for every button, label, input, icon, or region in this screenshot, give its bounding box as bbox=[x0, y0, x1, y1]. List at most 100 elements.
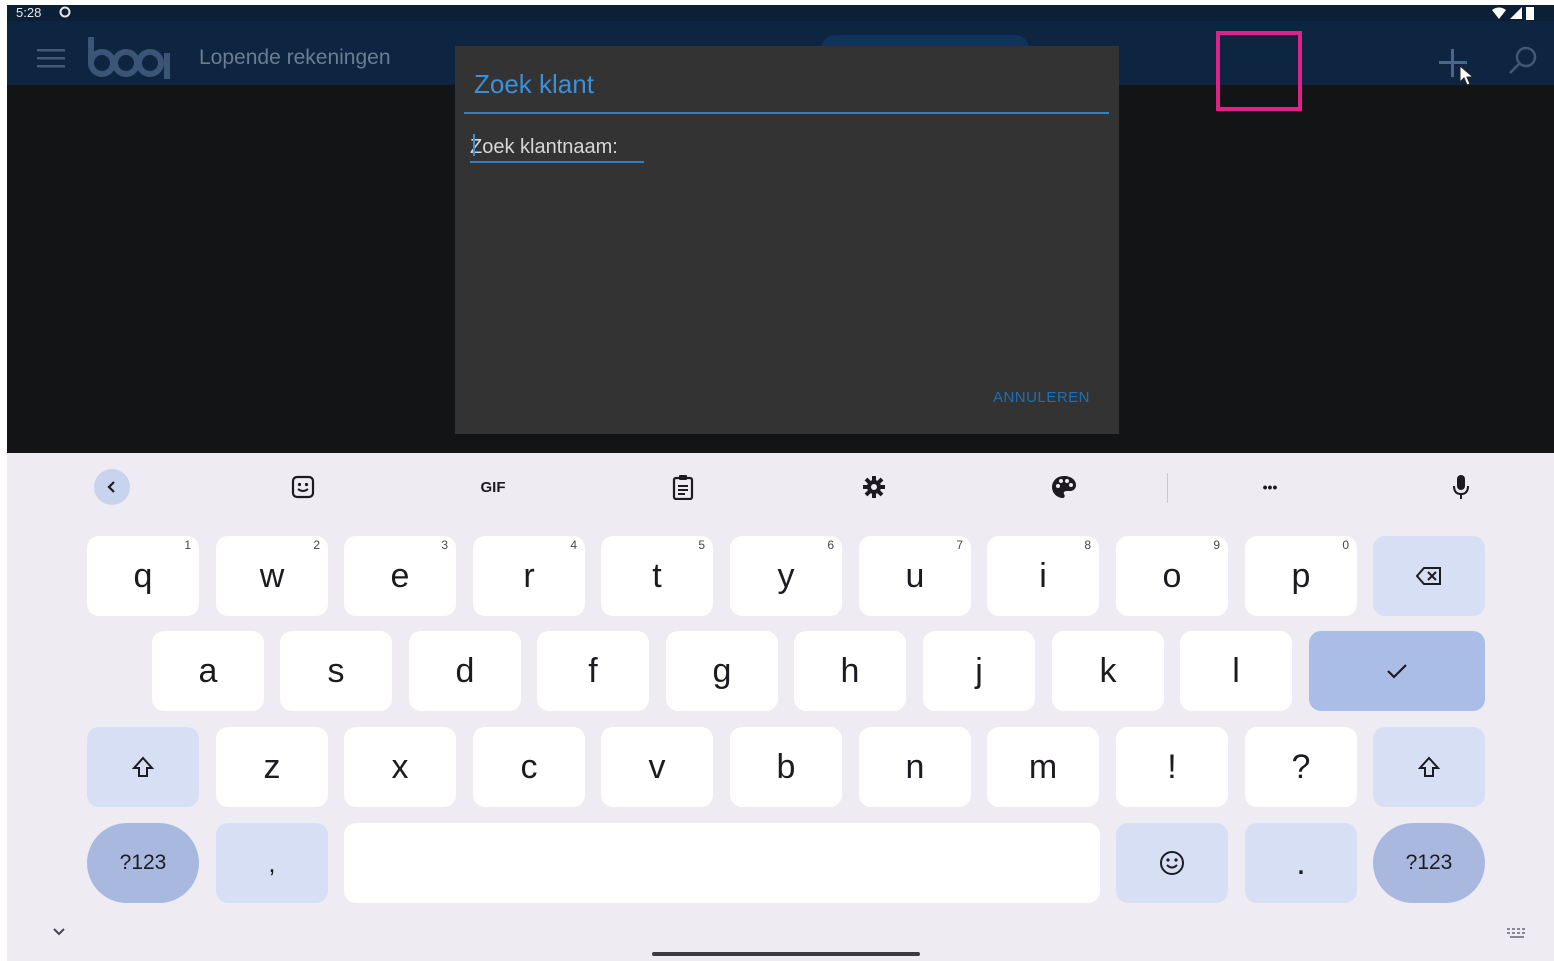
toolbar-divider bbox=[1167, 473, 1168, 503]
key-hint: 7 bbox=[956, 538, 963, 552]
dialog-title-divider bbox=[464, 112, 1109, 114]
gear-icon bbox=[863, 476, 885, 498]
key-o[interactable]: o9 bbox=[1116, 536, 1228, 616]
key-h[interactable]: h bbox=[794, 631, 906, 711]
key-u[interactable]: u7 bbox=[859, 536, 971, 616]
key-hint: 3 bbox=[441, 538, 448, 552]
checkmark-icon bbox=[1387, 664, 1407, 679]
emoji-key[interactable] bbox=[1116, 823, 1228, 903]
notification-icon bbox=[59, 6, 71, 18]
comma-key[interactable]: , bbox=[216, 823, 328, 903]
text-cursor bbox=[473, 134, 475, 156]
voice-input-button[interactable] bbox=[1441, 471, 1481, 503]
key-hint: 1 bbox=[184, 538, 191, 552]
key-hint: 5 bbox=[698, 538, 705, 552]
customer-name-input[interactable]: Zoek klantnaam: bbox=[470, 136, 644, 163]
more-options-button[interactable]: ••• bbox=[1250, 471, 1290, 503]
key-k[interactable]: k bbox=[1052, 631, 1164, 711]
sticker-icon bbox=[291, 475, 315, 499]
status-bar: 5:28 bbox=[7, 5, 1554, 21]
palette-icon bbox=[1052, 476, 1076, 498]
key-label: t bbox=[652, 556, 662, 595]
device-screen: 5:28 Lopende rekeningen Zoek klant Zoek … bbox=[7, 5, 1554, 961]
key-r[interactable]: r4 bbox=[473, 536, 585, 616]
key-y[interactable]: y6 bbox=[730, 536, 842, 616]
shift-icon bbox=[1418, 756, 1440, 777]
navigation-bar bbox=[7, 917, 1554, 961]
key-label: e bbox=[390, 556, 410, 595]
settings-button[interactable] bbox=[854, 471, 894, 503]
key-c[interactable]: c bbox=[473, 727, 585, 807]
key-label: w bbox=[259, 556, 285, 595]
system-icons bbox=[1492, 6, 1534, 20]
home-handle[interactable] bbox=[652, 952, 920, 956]
menu-icon[interactable] bbox=[37, 47, 65, 69]
key-s[interactable]: s bbox=[280, 631, 392, 711]
key-hint: 6 bbox=[827, 538, 834, 552]
key-n[interactable]: n bbox=[859, 727, 971, 807]
collapse-toolbar-button[interactable] bbox=[94, 469, 130, 505]
key-i[interactable]: i8 bbox=[987, 536, 1099, 616]
mouse-cursor-icon bbox=[1459, 65, 1475, 86]
shift-icon bbox=[132, 756, 154, 777]
key-d[interactable]: d bbox=[409, 631, 521, 711]
key-label: y bbox=[777, 556, 795, 595]
key-hint: 2 bbox=[313, 538, 320, 552]
space-key[interactable] bbox=[344, 823, 1100, 903]
key-label: u bbox=[905, 556, 925, 595]
wifi-icon bbox=[1492, 7, 1506, 19]
shift-key-left[interactable] bbox=[87, 727, 199, 807]
key-label: r bbox=[523, 556, 535, 595]
battery-icon bbox=[1526, 7, 1534, 20]
key-f[interactable]: f bbox=[537, 631, 649, 711]
search-icon[interactable] bbox=[1507, 45, 1539, 77]
key-j[interactable]: j bbox=[923, 631, 1035, 711]
clipboard-button[interactable] bbox=[663, 471, 703, 503]
keyboard-switch-icon[interactable] bbox=[1506, 927, 1528, 939]
cancel-button[interactable]: ANNULEREN bbox=[993, 389, 1090, 406]
key-b[interactable]: b bbox=[730, 727, 842, 807]
clipboard-icon bbox=[672, 475, 694, 500]
key-p[interactable]: p0 bbox=[1245, 536, 1357, 616]
highlight-box bbox=[1216, 31, 1302, 111]
sticker-button[interactable] bbox=[283, 471, 323, 503]
period-key[interactable]: . bbox=[1245, 823, 1357, 903]
key-hint: 8 bbox=[1084, 538, 1091, 552]
key-e[interactable]: e3 bbox=[344, 536, 456, 616]
status-time: 5:28 bbox=[16, 5, 42, 20]
key-q[interactable]: q1 bbox=[87, 536, 199, 616]
shift-key-right[interactable] bbox=[1373, 727, 1485, 807]
symbols-key-right[interactable]: ?123 bbox=[1373, 823, 1485, 903]
keyboard-toolbar: GIF ••• bbox=[7, 453, 1554, 523]
key-label: i bbox=[1039, 556, 1047, 595]
key-label: p bbox=[1291, 556, 1311, 595]
symbols-key-left[interactable]: ?123 bbox=[87, 823, 199, 903]
chevron-left-icon bbox=[107, 481, 115, 493]
key-x[interactable]: x bbox=[344, 727, 456, 807]
signal-icon bbox=[1510, 7, 1522, 19]
emoji-icon bbox=[1160, 851, 1184, 875]
key-v[interactable]: v bbox=[601, 727, 713, 807]
key-label: q bbox=[133, 556, 153, 595]
key-w[interactable]: w2 bbox=[216, 536, 328, 616]
onscreen-keyboard: GIF ••• q 1 w 2 e 3 r 4 t 5 y 6 u 7 i 8 … bbox=[7, 453, 1554, 961]
key-hint: 9 bbox=[1213, 538, 1220, 552]
key-hint: 0 bbox=[1342, 538, 1349, 552]
key-a[interactable]: a bbox=[152, 631, 264, 711]
key-l[interactable]: l bbox=[1180, 631, 1292, 711]
search-customer-dialog: Zoek klant Zoek klantnaam: ANNULEREN bbox=[455, 46, 1119, 434]
key-g[interactable]: g bbox=[666, 631, 778, 711]
key-t[interactable]: t5 bbox=[601, 536, 713, 616]
key-m[interactable]: m bbox=[987, 727, 1099, 807]
key-hint: 4 bbox=[570, 538, 577, 552]
gif-button[interactable]: GIF bbox=[473, 471, 513, 503]
theme-button[interactable] bbox=[1044, 471, 1084, 503]
dialog-title: Zoek klant bbox=[474, 69, 594, 99]
backspace-key[interactable] bbox=[1373, 536, 1485, 616]
chevron-down-icon[interactable] bbox=[51, 925, 67, 937]
key-z[interactable]: z bbox=[216, 727, 328, 807]
done-key[interactable] bbox=[1309, 631, 1485, 711]
backspace-icon bbox=[1416, 567, 1441, 585]
key-question[interactable]: ? bbox=[1245, 727, 1357, 807]
key-exclamation[interactable]: ! bbox=[1116, 727, 1228, 807]
